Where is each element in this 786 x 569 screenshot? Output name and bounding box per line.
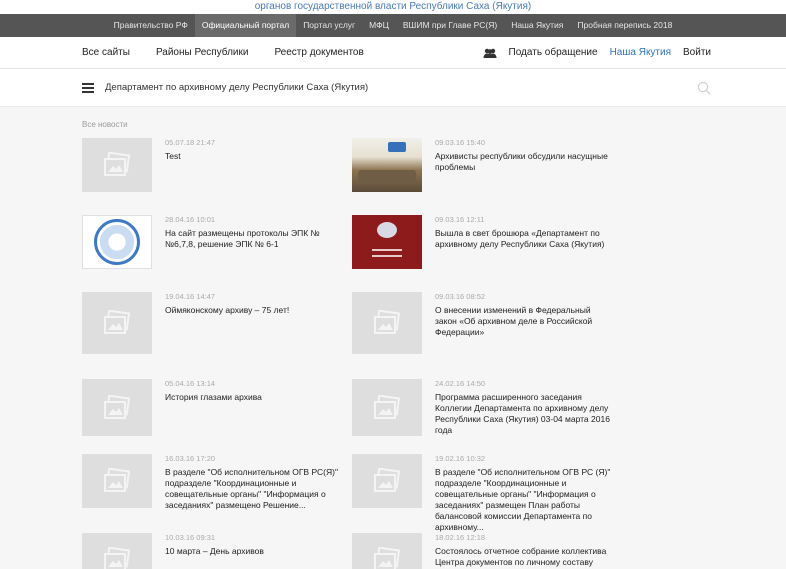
news-meta: 24.02.16 14:50 Программа расширенного за… xyxy=(435,379,612,436)
news-date: 09.03.16 15:40 xyxy=(435,138,486,147)
news-date: 09.03.16 08:52 xyxy=(435,292,486,301)
image-placeholder-icon xyxy=(104,310,131,334)
news-thumbnail[interactable] xyxy=(352,533,422,569)
gov-link-nasha-yakutia[interactable]: Наша Якутия xyxy=(504,14,570,37)
news-photo-brochure[interactable] xyxy=(352,215,422,269)
news-item[interactable]: 19.04.16 14:47 Оймяконскому архиву – 75 … xyxy=(82,292,342,354)
news-thumbnail[interactable] xyxy=(82,292,152,354)
gov-link-census-2018[interactable]: Пробная перепись 2018 xyxy=(570,14,679,37)
top-strip-link[interactable]: органов государственной власти Республик… xyxy=(0,0,786,14)
login-link[interactable]: Войти xyxy=(683,47,711,58)
gov-link-mfc[interactable]: МФЦ xyxy=(362,14,396,37)
news-meta: 28.04.16 10:01 На сайт размещены протоко… xyxy=(165,215,342,269)
department-bar: Департамент по архивному делу Республики… xyxy=(0,69,786,107)
news-meta: 09.03.16 12:11 Вышла в свет брошюра «Деп… xyxy=(435,215,612,269)
gov-link-services-portal[interactable]: Портал услуг xyxy=(296,14,362,37)
news-item[interactable]: 10.03.16 09:31 10 марта – День архивов xyxy=(82,533,342,569)
news-date: 16.03.16 17:20 xyxy=(165,454,216,463)
news-photo-emblem[interactable] xyxy=(82,215,152,269)
news-photo-meeting[interactable] xyxy=(352,138,422,192)
news-title[interactable]: На сайт размещены протоколы ЭПК № №6,7,8… xyxy=(165,228,342,250)
brochure-text-line xyxy=(372,255,402,257)
news-date: 09.03.16 12:11 xyxy=(435,215,485,224)
image-placeholder-icon xyxy=(104,468,131,492)
brochure-seal-icon xyxy=(377,222,397,238)
news-meta: 16.03.16 17:20 В разделе "Об исполнитель… xyxy=(165,454,342,511)
news-thumbnail[interactable] xyxy=(352,454,422,508)
news-item[interactable]: 09.03.16 08:52 О внесении изменений в Фе… xyxy=(352,292,612,354)
news-meta: 09.03.16 15:40 Архивисты республики обсу… xyxy=(435,138,612,192)
news-date: 24.02.16 14:50 xyxy=(435,379,486,388)
news-meta: 10.03.16 09:31 10 марта – День архивов xyxy=(165,533,342,569)
news-title[interactable]: В разделе "Об исполнительном ОГВ РС(Я)" … xyxy=(165,467,342,511)
news-item[interactable]: 09.03.16 12:11 Вышла в свет брошюра «Деп… xyxy=(352,215,612,269)
submit-appeal-link[interactable]: Подать обращение xyxy=(509,47,598,58)
image-placeholder-icon xyxy=(104,152,131,176)
nav-regions[interactable]: Районы Республики xyxy=(156,47,249,58)
brochure-text-line xyxy=(372,249,402,251)
news-date: 19.02.16 10:32 xyxy=(435,454,486,463)
news-meta: 19.02.16 10:32 В разделе "Об исполнитель… xyxy=(435,454,612,533)
news-date: 28.04.16 10:01 xyxy=(165,215,216,224)
main-nav-left: Все сайты Районы Республики Реестр докум… xyxy=(82,47,364,58)
news-title[interactable]: История глазами архива xyxy=(165,392,342,403)
gov-link-official-portal[interactable]: Официальный портал xyxy=(194,14,297,37)
image-placeholder-icon xyxy=(374,468,401,492)
news-section: Все новости 05.07.18 21:47 Test 09.03.16… xyxy=(0,107,786,569)
news-item[interactable]: 24.02.16 14:50 Программа расширенного за… xyxy=(352,379,612,436)
news-item[interactable]: 19.02.16 10:32 В разделе "Об исполнитель… xyxy=(352,454,612,533)
news-item[interactable]: 28.04.16 10:01 На сайт размещены протоко… xyxy=(82,215,342,269)
news-item[interactable]: 05.07.18 21:47 Test xyxy=(82,138,342,192)
nasha-yakutia-link[interactable]: Наша Якутия xyxy=(610,47,671,58)
news-title[interactable]: В разделе "Об исполнительном ОГВ РС (Я)"… xyxy=(435,467,612,533)
news-meta: 18.02.16 12:18 Состоялось отчетное собра… xyxy=(435,533,612,569)
news-title[interactable]: Вышла в свет брошюра «Департамент по арх… xyxy=(435,228,612,250)
users-icon[interactable] xyxy=(483,48,497,58)
nav-documents-registry[interactable]: Реестр документов xyxy=(274,47,363,58)
news-item[interactable]: 18.02.16 12:18 Состоялось отчетное собра… xyxy=(352,533,612,569)
gov-link-vshim[interactable]: ВШИМ при Главе РС(Я) xyxy=(396,14,504,37)
image-placeholder-icon xyxy=(104,547,131,569)
news-item[interactable]: 16.03.16 17:20 В разделе "Об исполнитель… xyxy=(82,454,342,511)
news-meta: 05.07.18 21:47 Test xyxy=(165,138,342,192)
image-placeholder-icon xyxy=(104,394,131,419)
gov-link-pravitelstvo[interactable]: Правительство РФ xyxy=(107,14,195,37)
image-placeholder-icon xyxy=(374,394,401,419)
news-date: 05.07.18 21:47 xyxy=(165,138,216,147)
news-meta: 05.04.16 13:14 История глазами архива xyxy=(165,379,342,436)
news-meta: 19.04.16 14:47 Оймяконскому архиву – 75 … xyxy=(165,292,342,354)
news-thumbnail[interactable] xyxy=(82,533,152,569)
news-thumbnail[interactable] xyxy=(82,138,152,192)
news-thumbnail[interactable] xyxy=(82,379,152,436)
news-date: 19.04.16 14:47 xyxy=(165,292,216,301)
news-title[interactable]: Архивисты республики обсудили насущные п… xyxy=(435,151,612,173)
news-title[interactable]: Test xyxy=(165,151,342,162)
search-icon[interactable] xyxy=(697,81,711,95)
main-nav: Все сайты Районы Республики Реестр докум… xyxy=(0,37,786,69)
news-thumbnail[interactable] xyxy=(352,379,422,436)
news-title[interactable]: Оймяконскому архиву – 75 лет! xyxy=(165,305,342,316)
news-date: 18.02.16 12:18 xyxy=(435,533,486,542)
gov-portal-bar: Правительство РФ Официальный портал Порт… xyxy=(0,14,786,37)
archive-emblem-icon xyxy=(94,219,140,265)
news-item[interactable]: 05.04.16 13:14 История глазами архива xyxy=(82,379,342,436)
menu-icon[interactable] xyxy=(82,82,94,93)
nav-all-sites[interactable]: Все сайты xyxy=(82,47,130,58)
image-placeholder-icon xyxy=(374,310,401,334)
image-placeholder-icon xyxy=(374,547,401,569)
news-meta: 09.03.16 08:52 О внесении изменений в Фе… xyxy=(435,292,612,354)
news-title[interactable]: 10 марта – День архивов xyxy=(165,546,342,557)
news-thumbnail[interactable] xyxy=(82,454,152,508)
news-thumbnail[interactable] xyxy=(352,292,422,354)
news-title[interactable]: О внесении изменений в Федеральный закон… xyxy=(435,305,612,338)
main-nav-right: Подать обращение Наша Якутия Войти xyxy=(483,47,711,58)
news-date: 10.03.16 09:31 xyxy=(165,533,216,542)
page: органов государственной власти Республик… xyxy=(0,0,786,569)
news-date: 05.04.16 13:14 xyxy=(165,379,216,388)
all-news-link[interactable]: Все новости xyxy=(82,120,786,129)
news-title[interactable]: Состоялось отчетное собрание коллектива … xyxy=(435,546,612,569)
department-title[interactable]: Департамент по архивному делу Республики… xyxy=(105,82,368,93)
news-item[interactable]: 09.03.16 15:40 Архивисты республики обсу… xyxy=(352,138,612,192)
news-title[interactable]: Программа расширенного заседания Коллеги… xyxy=(435,392,612,436)
